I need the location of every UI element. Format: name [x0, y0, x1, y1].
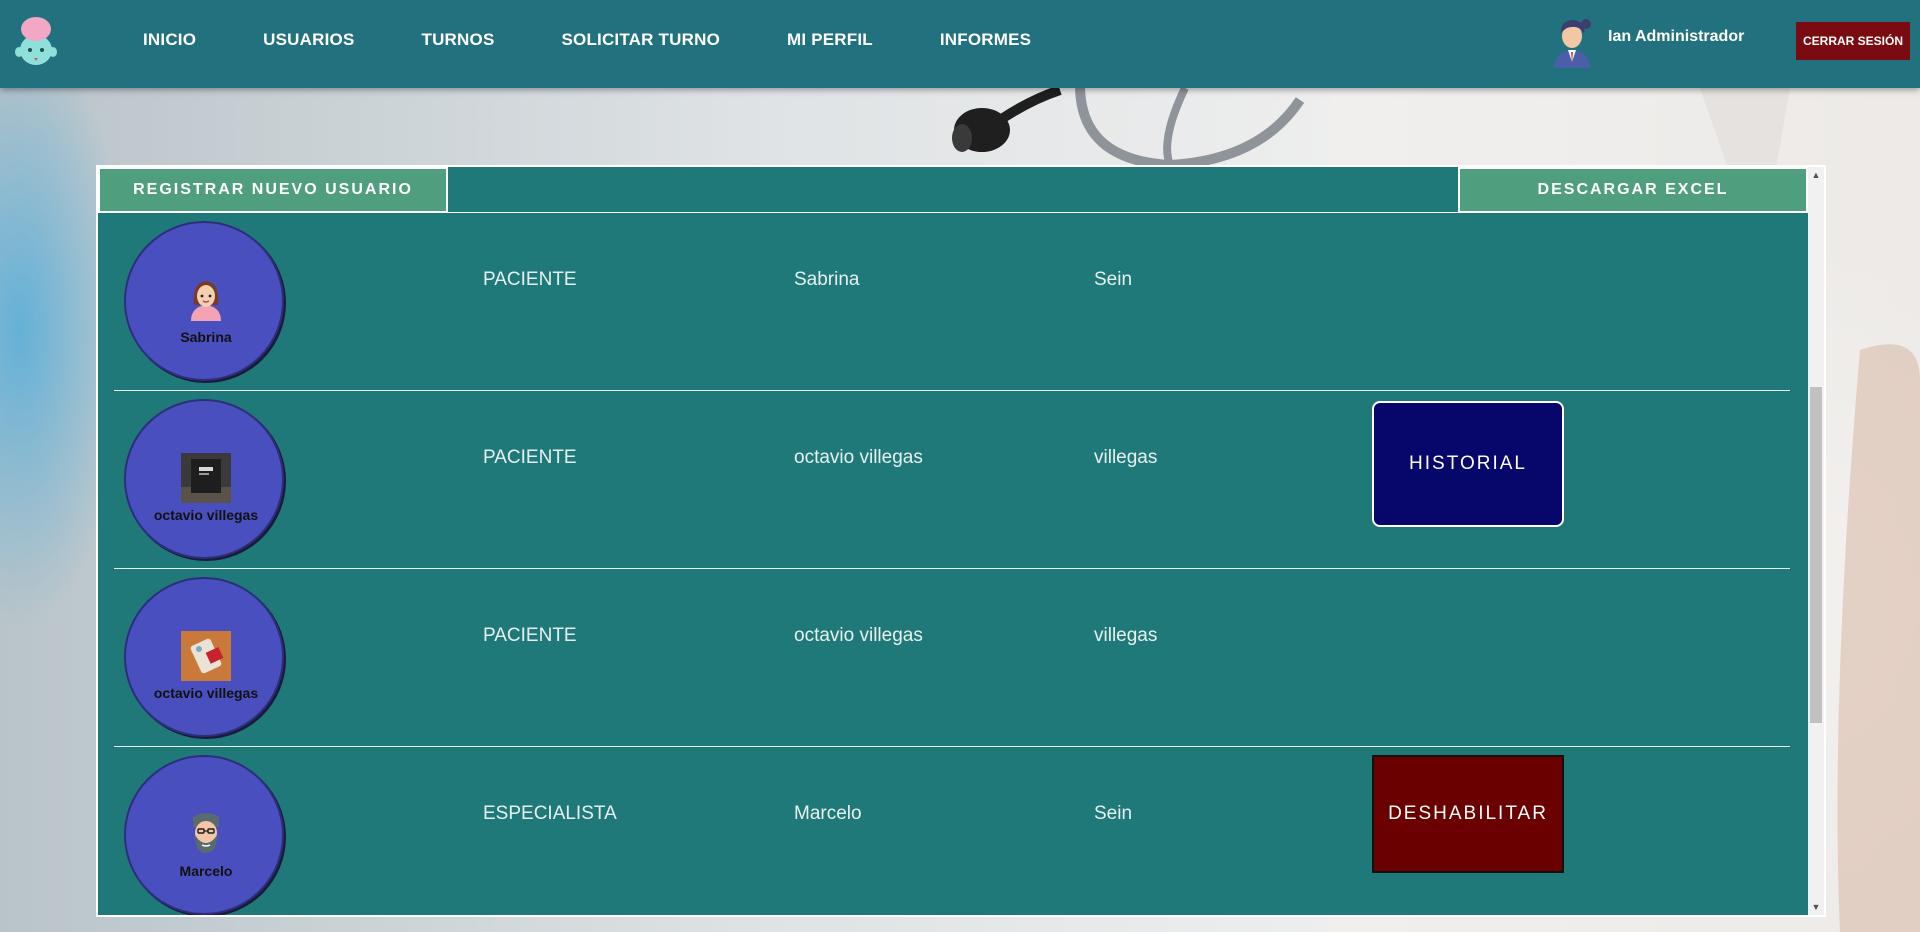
- user-last-name: Sein: [1094, 269, 1133, 290]
- avatar-name: octavio villegas: [153, 685, 259, 701]
- user-role: ESPECIALISTA: [483, 803, 617, 824]
- user-name: Ian Administrador: [1608, 28, 1745, 45]
- panel-toolbar: REGISTRAR NUEVO USUARIO DESCARGAR EXCEL: [98, 167, 1808, 213]
- nav-informes[interactable]: INFORMES: [940, 30, 1031, 50]
- user-first-name: Marcelo: [794, 803, 862, 824]
- user-first-name: octavio villegas: [794, 447, 923, 468]
- brain-logo-icon[interactable]: [12, 14, 60, 68]
- download-excel-button[interactable]: DESCARGAR EXCEL: [1458, 167, 1808, 213]
- main-nav: INICIO USUARIOS TURNOS SOLICITAR TURNO M…: [143, 0, 1098, 80]
- disable-user-button[interactable]: DESHABILITAR: [1372, 755, 1564, 873]
- scroll-down-icon[interactable]: ▼: [1808, 899, 1824, 915]
- photo-avatar-icon: [181, 631, 231, 681]
- bearded-man-avatar-icon: [193, 813, 219, 853]
- user-avatar-card[interactable]: octavio villegas: [124, 399, 284, 559]
- nav-usuarios[interactable]: USUARIOS: [263, 30, 354, 50]
- user-last-name: villegas: [1094, 625, 1158, 646]
- nav-solicitar-turno[interactable]: SOLICITAR TURNO: [561, 30, 720, 50]
- user-role: PACIENTE: [483, 447, 577, 468]
- photo-avatar-icon: [181, 453, 231, 503]
- nav-inicio[interactable]: INICIO: [143, 30, 196, 50]
- avatar-name: octavio villegas: [153, 507, 259, 523]
- user-avatar-card[interactable]: Marcelo: [124, 755, 284, 915]
- scroll-thumb[interactable]: [1810, 387, 1822, 723]
- logout-button[interactable]: CERRAR SESIÓN: [1796, 22, 1910, 60]
- user-first-name: Sabrina: [794, 269, 860, 290]
- register-user-button[interactable]: REGISTRAR NUEVO USUARIO: [98, 167, 448, 213]
- users-panel: REGISTRAR NUEVO USUARIO DESCARGAR EXCEL …: [96, 165, 1826, 917]
- nav-mi-perfil[interactable]: MI PERFIL: [787, 30, 873, 50]
- user-row: Marcelo ESPECIALISTA Marcelo Sein DESHAB…: [98, 747, 1808, 915]
- user-row: Sabrina PACIENTE Sabrina Sein: [98, 213, 1808, 391]
- admin-avatar-icon: [1554, 19, 1591, 68]
- user-avatar-card[interactable]: Sabrina: [124, 221, 284, 381]
- user-row: octavio villegas PACIENTE octavio villeg…: [98, 391, 1808, 569]
- user-first-name: octavio villegas: [794, 625, 923, 646]
- vertical-scrollbar[interactable]: ▲ ▼: [1808, 167, 1824, 915]
- avatar-name: Sabrina: [180, 329, 232, 345]
- user-role: PACIENTE: [483, 269, 577, 290]
- user-role: PACIENTE: [483, 625, 577, 646]
- user-row: octavio villegas PACIENTE octavio villeg…: [98, 569, 1808, 747]
- woman-avatar-icon: [191, 281, 221, 321]
- top-navbar: INICIO USUARIOS TURNOS SOLICITAR TURNO M…: [0, 0, 1920, 88]
- user-avatar-card[interactable]: octavio villegas: [124, 577, 284, 737]
- user-last-name: villegas: [1094, 447, 1158, 468]
- user-last-name: Sein: [1094, 803, 1133, 824]
- scroll-up-icon[interactable]: ▲: [1808, 167, 1824, 183]
- avatar-name: Marcelo: [179, 863, 233, 879]
- nav-turnos[interactable]: TURNOS: [422, 30, 495, 50]
- historial-button[interactable]: HISTORIAL: [1372, 401, 1564, 527]
